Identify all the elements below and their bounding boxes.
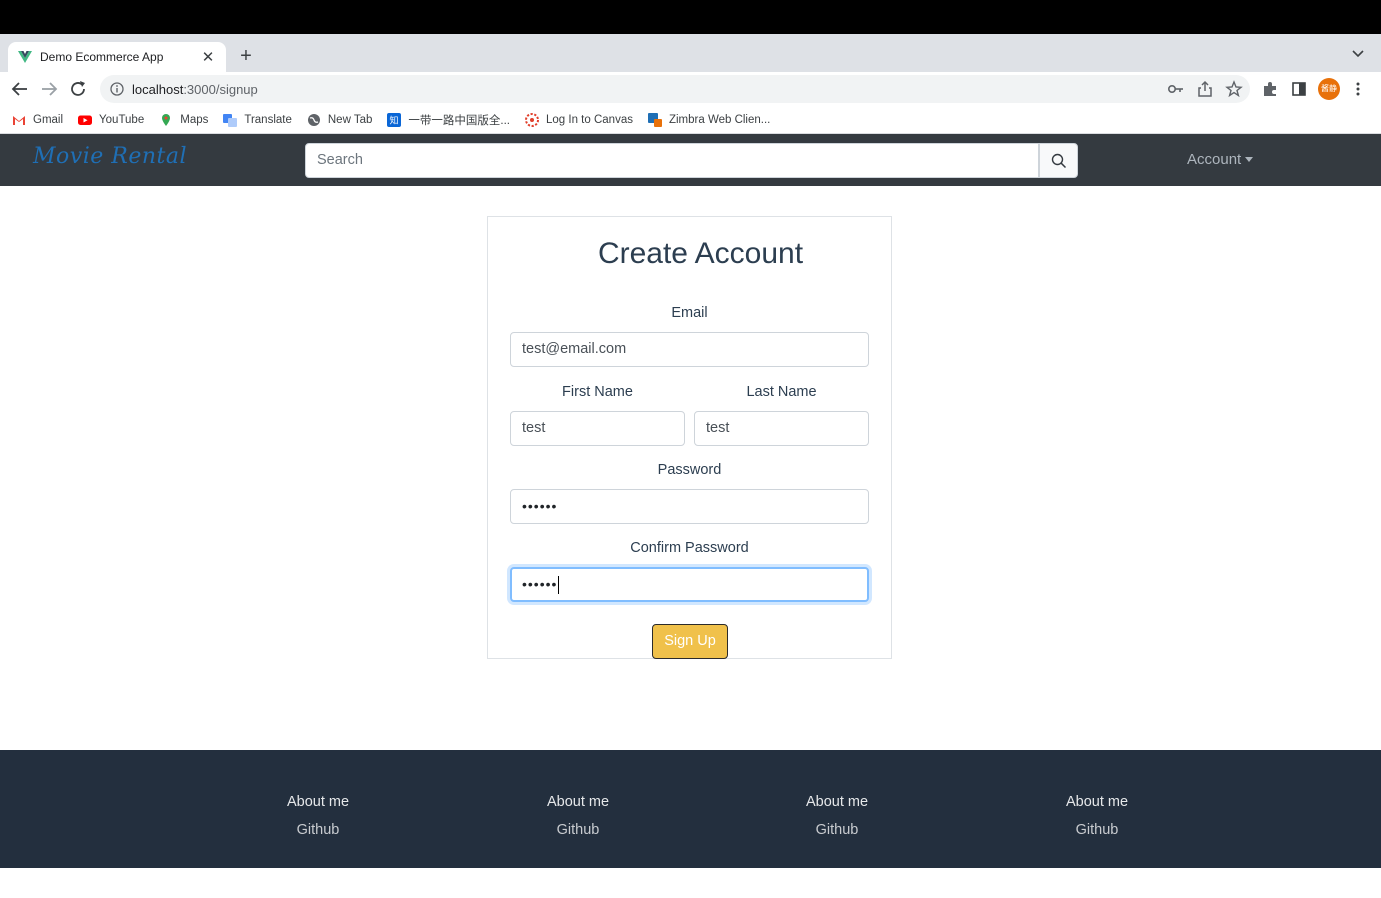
new-tab-icon[interactable]: + bbox=[236, 44, 256, 68]
github-link[interactable]: Github bbox=[767, 822, 907, 838]
bookmark-youtube[interactable]: YouTube bbox=[78, 113, 144, 127]
about-me-link[interactable]: About me bbox=[248, 794, 388, 810]
info-icon[interactable] bbox=[110, 82, 124, 96]
brand-logo[interactable]: Movie Rental bbox=[33, 144, 187, 169]
bookmark-label: Zimbra Web Clien... bbox=[668, 113, 771, 126]
github-link[interactable]: Github bbox=[508, 822, 648, 838]
globe-icon bbox=[307, 113, 320, 126]
account-label: Account bbox=[1187, 151, 1242, 168]
url-host: localhost bbox=[132, 81, 184, 97]
star-icon[interactable] bbox=[1225, 80, 1243, 98]
first-name-field[interactable]: test bbox=[510, 411, 685, 446]
search-button[interactable] bbox=[1039, 143, 1078, 178]
profile-avatar[interactable]: 酱静 bbox=[1318, 78, 1340, 100]
text-cursor bbox=[558, 576, 560, 595]
bookmark-zimbra[interactable]: Zimbra Web Clien... bbox=[647, 112, 771, 127]
account-dropdown[interactable]: Account bbox=[1187, 151, 1254, 168]
bookmark-canvas[interactable]: Log In to Canvas bbox=[525, 112, 633, 127]
reload-icon[interactable] bbox=[67, 78, 89, 100]
screen-top-bar bbox=[0, 0, 1381, 34]
translate-icon bbox=[223, 113, 238, 127]
youtube-icon bbox=[78, 115, 93, 125]
zhihu-icon: 知 bbox=[387, 112, 402, 127]
tab-title: Demo Ecommerce App bbox=[40, 50, 164, 64]
first-name-label: First Name bbox=[562, 384, 633, 400]
forward-arrow-icon[interactable] bbox=[38, 78, 60, 100]
kebab-menu-icon[interactable] bbox=[1349, 80, 1367, 98]
bookmark-label: YouTube bbox=[99, 113, 145, 126]
bookmark-label: Translate bbox=[244, 113, 292, 126]
password-label: Password bbox=[657, 462, 722, 478]
confirm-password-label: Confirm Password bbox=[630, 540, 749, 556]
bookmark-label: New Tab bbox=[327, 113, 373, 126]
browser-tab-strip: Demo Ecommerce App ✕ + bbox=[0, 34, 1381, 72]
url-path: :3000/signup bbox=[183, 81, 258, 97]
app-navbar: Movie Rental Search Account bbox=[0, 134, 1381, 186]
browser-toolbar: localhost:3000/signup 酱静 bbox=[0, 72, 1381, 106]
bookmark-zhihu[interactable]: 知 一带一路中国版全... bbox=[387, 112, 510, 128]
side-panel-icon[interactable] bbox=[1290, 80, 1308, 98]
bookmark-label: Gmail bbox=[33, 113, 64, 126]
signup-card: Create Account Email test@email.com Firs… bbox=[487, 216, 892, 659]
bookmark-translate[interactable]: Translate bbox=[223, 113, 292, 127]
key-icon[interactable] bbox=[1167, 80, 1185, 98]
search-icon bbox=[1051, 153, 1066, 168]
password-value: •••••• bbox=[522, 498, 558, 514]
url-text: localhost:3000/signup bbox=[132, 82, 258, 97]
chevron-down-icon[interactable] bbox=[1351, 46, 1365, 60]
email-field[interactable]: test@email.com bbox=[510, 332, 869, 367]
zimbra-icon bbox=[647, 112, 662, 127]
bookmark-label: Log In to Canvas bbox=[546, 113, 633, 126]
about-me-link[interactable]: About me bbox=[767, 794, 907, 810]
caret-down-icon bbox=[1245, 157, 1254, 162]
about-me-link[interactable]: About me bbox=[508, 794, 648, 810]
svg-text:知: 知 bbox=[390, 114, 399, 126]
back-arrow-icon[interactable] bbox=[9, 78, 31, 100]
confirm-password-field[interactable]: •••••• bbox=[510, 567, 869, 602]
footer-column: About me Github bbox=[248, 794, 388, 838]
share-icon[interactable] bbox=[1196, 80, 1214, 98]
footer-column: About me Github bbox=[767, 794, 907, 838]
gmail-icon bbox=[13, 115, 25, 125]
last-name-field[interactable]: test bbox=[694, 411, 869, 446]
footer: About me Github About me Github About me… bbox=[0, 750, 1381, 868]
confirm-password-value: •••••• bbox=[522, 576, 558, 592]
bookmark-new-tab[interactable]: New Tab bbox=[307, 113, 373, 127]
bookmark-maps[interactable]: Maps bbox=[159, 113, 208, 127]
bookmark-label: 一带一路中国版全... bbox=[408, 114, 511, 127]
extensions-icon[interactable] bbox=[1261, 80, 1279, 98]
close-tab-icon[interactable]: ✕ bbox=[200, 48, 216, 66]
github-link[interactable]: Github bbox=[248, 822, 388, 838]
maps-icon bbox=[162, 113, 171, 126]
vue-icon bbox=[18, 51, 32, 63]
bookmarks-bar: Gmail YouTube Maps Translate New Tab 知 一… bbox=[0, 106, 1381, 134]
about-me-link[interactable]: About me bbox=[1027, 794, 1167, 810]
email-label: Email bbox=[671, 305, 708, 321]
page-title: Create Account bbox=[597, 237, 804, 270]
footer-column: About me Github bbox=[508, 794, 648, 838]
address-bar[interactable]: localhost:3000/signup bbox=[100, 75, 1250, 103]
bookmark-label: Maps bbox=[180, 113, 209, 126]
sign-up-button[interactable]: Sign Up bbox=[652, 624, 728, 659]
github-link[interactable]: Github bbox=[1027, 822, 1167, 838]
footer-column: About me Github bbox=[1027, 794, 1167, 838]
password-field[interactable]: •••••• bbox=[510, 489, 869, 524]
canvas-icon bbox=[525, 112, 540, 127]
search-input[interactable]: Search bbox=[305, 143, 1039, 178]
browser-tab[interactable]: Demo Ecommerce App ✕ bbox=[8, 42, 226, 72]
bookmark-gmail[interactable]: Gmail bbox=[12, 113, 63, 127]
last-name-label: Last Name bbox=[746, 384, 817, 400]
